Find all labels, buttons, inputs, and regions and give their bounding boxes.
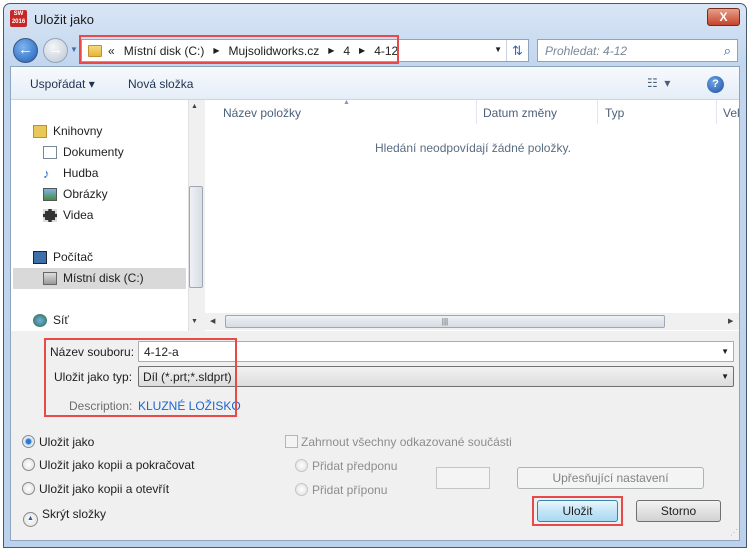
radio-add-prefix[interactable]: Přidat předponu (295, 459, 397, 473)
tree-item-documents[interactable]: Dokumenty (43, 145, 124, 159)
empty-message: Hledání neodpovídají žádné položky. (375, 141, 571, 155)
sidebar-scroll-thumb[interactable] (189, 186, 203, 288)
form-highlight (44, 338, 237, 417)
toolbar (11, 67, 739, 100)
file-list (205, 100, 739, 331)
history-dropdown-icon[interactable]: ▼ (70, 45, 78, 54)
scroll-right-icon[interactable]: ▶ (728, 317, 733, 325)
tree-label: Dokumenty (63, 145, 124, 159)
organize-button[interactable]: Uspořádat ▾ (30, 77, 95, 91)
radio-label: Uložit jako kopii a pokračovat (39, 458, 195, 472)
tree-label: Síť (53, 313, 69, 327)
radio-save-copy-open[interactable]: Uložit jako kopii a otevřít (22, 482, 169, 496)
address-highlight (79, 35, 399, 64)
tree-item-local-disk[interactable]: Místní disk (C:) (43, 271, 144, 285)
tree-item-computer[interactable]: Počítač (33, 250, 93, 264)
close-button[interactable]: X (707, 8, 740, 26)
search-input[interactable]: Prohledat: 4-12 ⌕ (537, 39, 738, 62)
solidworks-app-icon: SW 2016 (10, 10, 27, 27)
documents-icon (43, 145, 57, 159)
column-divider[interactable] (716, 100, 717, 124)
help-icon[interactable]: ? (707, 76, 724, 93)
sort-ascending-icon: ▲ (343, 99, 350, 106)
hide-folders-label: Skrýt složky (42, 507, 107, 521)
advanced-settings-button[interactable]: Upřesňující nastavení (517, 467, 704, 489)
radio-save-copy-continue[interactable]: Uložit jako kopii a pokračovat (22, 458, 194, 472)
refresh-icon[interactable]: ⇅ (506, 40, 528, 61)
radio-label: Uložit jako kopii a otevřít (39, 482, 170, 496)
radio-icon (295, 483, 308, 496)
scroll-left-icon[interactable]: ◀ (210, 317, 215, 325)
radio-label: Přidat příponu (312, 483, 388, 497)
filetype-dropdown-icon[interactable]: ▼ (721, 372, 729, 381)
address-dropdown-icon[interactable]: ▼ (494, 45, 502, 54)
scroll-up-icon[interactable]: ▲ (191, 103, 198, 110)
computer-icon (33, 250, 47, 264)
radio-save-as[interactable]: Uložit jako (22, 435, 94, 449)
column-name[interactable]: Název položky (223, 106, 301, 120)
checkbox-label: Zahrnout všechny odkazované součásti (301, 435, 512, 449)
affix-input[interactable] (436, 467, 490, 489)
hide-folders-button[interactable]: ▲ Skrýt složky (23, 507, 106, 527)
include-references-checkbox[interactable]: Zahrnout všechny odkazované součásti (285, 435, 512, 449)
tree-item-music[interactable]: ♪ Hudba (43, 166, 98, 180)
search-placeholder: Prohledat: 4-12 (545, 44, 628, 58)
forward-button[interactable]: → (43, 38, 68, 63)
new-folder-button[interactable]: Nová složka (128, 77, 193, 91)
hscroll-thumb[interactable]: ||| (225, 315, 665, 328)
tree-label: Obrázky (63, 187, 108, 201)
search-icon[interactable]: ⌕ (724, 43, 731, 59)
tree-label: Počítač (53, 250, 94, 264)
filename-dropdown-icon[interactable]: ▼ (721, 347, 729, 356)
network-icon (33, 313, 47, 327)
radio-icon (22, 458, 35, 471)
tree-item-network[interactable]: Síť (33, 313, 69, 327)
tree-item-pictures[interactable]: Obrázky (43, 187, 108, 201)
radio-icon (295, 459, 308, 472)
tree-label: Videa (63, 208, 94, 222)
radio-label: Přidat předponu (312, 459, 398, 473)
tree-label: Knihovny (53, 124, 103, 138)
column-divider[interactable] (597, 100, 598, 124)
disk-icon (43, 271, 57, 285)
column-type[interactable]: Typ (605, 106, 624, 120)
back-button[interactable]: ← (13, 38, 38, 63)
view-options-icon[interactable]: ☷ ▾ (647, 76, 670, 90)
radio-icon (22, 482, 35, 495)
videos-icon (43, 208, 57, 222)
radio-add-suffix[interactable]: Přidat příponu (295, 483, 387, 497)
column-size[interactable]: Vel (723, 106, 739, 120)
tree-label: Hudba (63, 166, 99, 180)
window-title: Uložit jako (34, 12, 94, 27)
resize-grip-icon[interactable]: ⋰ (730, 528, 738, 537)
libraries-icon (33, 124, 47, 138)
tree-item-libraries[interactable]: Knihovny (33, 124, 102, 138)
checkbox-icon (285, 435, 298, 448)
column-date[interactable]: Datum změny (483, 106, 557, 120)
collapse-up-icon: ▲ (23, 512, 38, 527)
save-highlight (532, 496, 623, 526)
tree-label: Místní disk (C:) (63, 271, 144, 285)
column-divider[interactable] (476, 100, 477, 124)
music-icon: ♪ (43, 165, 50, 181)
scroll-down-icon[interactable]: ▼ (191, 318, 198, 325)
pictures-icon (43, 187, 57, 201)
radio-selected-icon (22, 435, 35, 448)
cancel-button[interactable]: Storno (636, 500, 721, 522)
radio-label: Uložit jako (39, 435, 95, 449)
tree-item-videos[interactable]: Videa (43, 208, 93, 222)
